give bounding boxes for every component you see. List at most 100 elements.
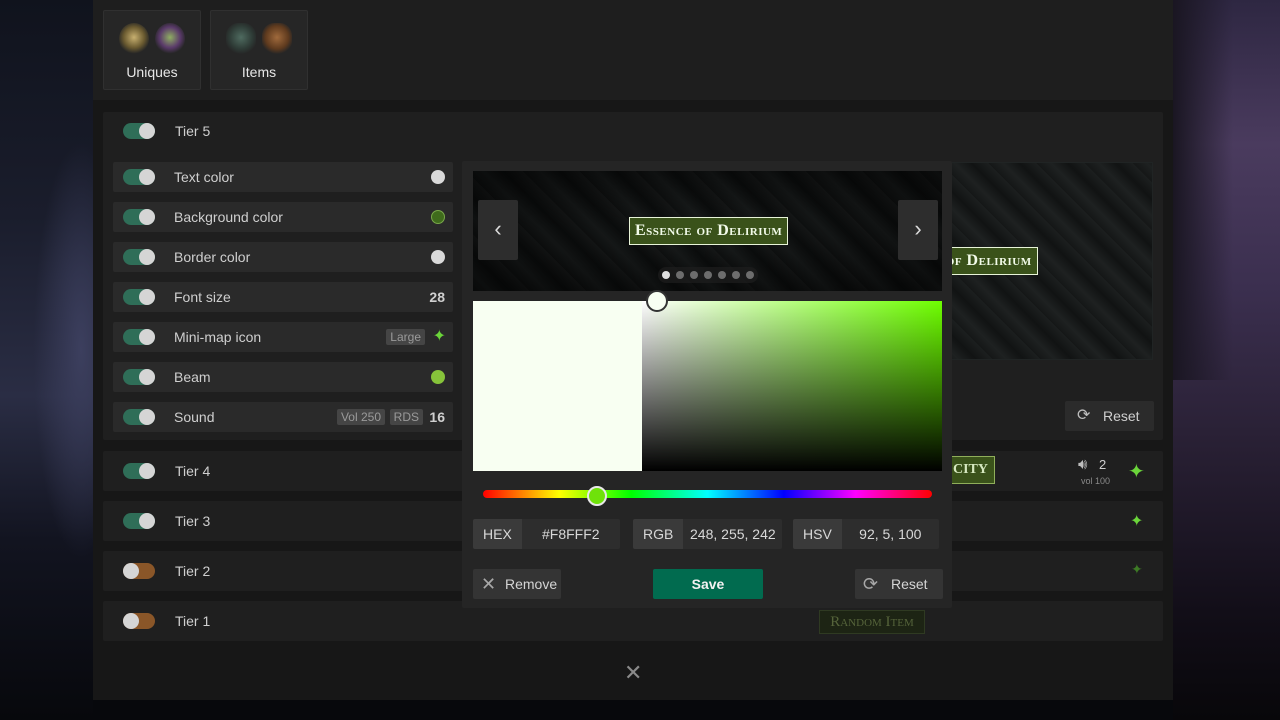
tier-4-item-label: CITY	[946, 456, 996, 484]
hsv-label: HSV	[793, 519, 842, 549]
prop-beam[interactable]: Beam	[113, 362, 453, 392]
chevron-right-icon: ›	[914, 216, 922, 241]
background-left	[0, 0, 93, 720]
carousel-dot[interactable]	[746, 271, 754, 279]
carousel-dot[interactable]	[690, 271, 698, 279]
saturation-value-area[interactable]	[642, 301, 942, 471]
prop-toggle[interactable]	[123, 409, 155, 425]
remove-label: Remove	[505, 576, 558, 592]
border-color-swatch[interactable]	[431, 250, 445, 264]
tier-5-reset-button[interactable]: ⟳ Reset	[1065, 401, 1154, 431]
prop-toggle[interactable]	[123, 249, 155, 265]
prop-sound[interactable]: Sound Vol 250 RDS 16	[113, 402, 453, 432]
prop-toggle[interactable]	[123, 169, 155, 185]
speaker-icon: 🔊︎	[1078, 456, 1088, 473]
sound-source-tag: RDS	[389, 409, 423, 425]
tier-1-item-label: Random Item	[819, 610, 925, 634]
text-color-swatch[interactable]	[431, 170, 445, 184]
carousel-dot[interactable]	[704, 271, 712, 279]
tier-3-label: Tier 3	[175, 513, 211, 529]
prop-text-color[interactable]: Text color	[113, 162, 453, 192]
next-preview-button[interactable]: ›	[898, 200, 938, 260]
hsv-input[interactable]: 92, 5, 100	[841, 519, 939, 549]
sound-volume-tag: Vol 250	[336, 409, 385, 425]
color-picker-dialog: ‹ Essence of Delirium › HEX #F8FFF2 RGB …	[462, 161, 952, 608]
reset-label: Reset	[891, 576, 928, 592]
hex-input[interactable]: #F8FFF2	[521, 519, 620, 549]
amulet-icon	[119, 23, 149, 55]
star-icon: ✦	[1130, 513, 1144, 530]
hue-slider-handle[interactable]	[587, 486, 607, 506]
prop-background-color[interactable]: Background color	[113, 202, 453, 232]
carousel-dot[interactable]	[676, 271, 684, 279]
orb-icon	[155, 23, 185, 55]
preview-item-label: Essence of Delirium	[629, 217, 789, 245]
tier-3-toggle[interactable]	[123, 513, 155, 529]
prop-label: Text color	[174, 169, 234, 185]
saturation-value-handle[interactable]	[646, 290, 668, 312]
carousel-dot[interactable]	[718, 271, 726, 279]
background-right	[1173, 0, 1280, 720]
rgb-field[interactable]: RGB 248, 255, 242	[633, 519, 783, 549]
tier-1-toggle[interactable]	[123, 613, 155, 629]
sound-id-value: 16	[429, 409, 445, 425]
tier-5-toggle[interactable]	[123, 123, 155, 139]
prop-label: Beam	[174, 369, 211, 385]
beam-color-swatch[interactable]	[431, 370, 445, 384]
current-color-swatch	[473, 301, 642, 471]
helmet-icon	[226, 23, 256, 55]
tier-4-sound-volume: vol 100	[1081, 476, 1111, 486]
hex-label: HEX	[473, 519, 522, 549]
prev-preview-button[interactable]: ‹	[478, 200, 518, 260]
carousel-dots	[658, 267, 758, 283]
carousel-dot[interactable]	[662, 271, 670, 279]
hex-field[interactable]: HEX #F8FFF2	[473, 519, 620, 549]
prop-toggle[interactable]	[123, 289, 155, 305]
hsv-field[interactable]: HSV 92, 5, 100	[793, 519, 939, 549]
category-label: Uniques	[126, 64, 178, 80]
prop-font-size[interactable]: Font size 28	[113, 282, 453, 312]
prop-border-color[interactable]: Border color	[113, 242, 453, 272]
reset-label: Reset	[1103, 408, 1140, 424]
saturation-value-picker	[473, 290, 942, 471]
refresh-icon: ⟳	[1077, 407, 1091, 424]
tier-2-label: Tier 2	[175, 563, 211, 579]
reset-button[interactable]: ⟳ Reset	[855, 569, 943, 599]
carousel-dot[interactable]	[732, 271, 740, 279]
rgb-input[interactable]: 248, 255, 242	[683, 519, 783, 549]
minimap-size-tag: Large	[386, 329, 425, 345]
tier-2-toggle[interactable]	[123, 563, 155, 579]
prop-label: Font size	[174, 289, 231, 305]
prop-toggle[interactable]	[123, 209, 155, 225]
prop-toggle[interactable]	[123, 329, 155, 345]
tier-4-sound-count: 2	[1099, 457, 1107, 472]
close-icon: ✕	[481, 574, 497, 594]
remove-button[interactable]: ✕ Remove	[473, 569, 561, 599]
prop-toggle[interactable]	[123, 369, 155, 385]
hue-slider[interactable]	[483, 490, 932, 498]
category-bar: Uniques Items	[93, 0, 1173, 100]
prop-label: Border color	[174, 249, 251, 265]
category-label: Items	[241, 64, 277, 80]
star-icon: ✦	[1131, 561, 1143, 577]
background-color-swatch[interactable]	[431, 210, 445, 224]
tier-1-label: Tier 1	[175, 613, 211, 629]
category-uniques[interactable]: Uniques	[103, 10, 201, 90]
chevron-left-icon: ‹	[494, 216, 502, 241]
gloves-icon	[262, 23, 292, 55]
close-icon[interactable]: ✕	[624, 660, 642, 686]
star-icon: ✦	[432, 328, 446, 345]
tier-5-label: Tier 5	[175, 123, 211, 139]
prop-label: Sound	[174, 409, 215, 425]
star-icon: ✦	[1128, 461, 1145, 483]
prop-label: Background color	[174, 209, 283, 225]
rgb-label: RGB	[633, 519, 684, 549]
item-preview: ‹ Essence of Delirium ›	[473, 171, 942, 291]
save-button[interactable]: Save	[653, 569, 763, 599]
prop-minimap-icon[interactable]: Mini-map icon Large ✦	[113, 322, 453, 352]
tier-4-toggle[interactable]	[123, 463, 155, 479]
tier-4-label: Tier 4	[175, 463, 211, 479]
category-items[interactable]: Items	[210, 10, 308, 90]
font-size-value: 28	[429, 289, 445, 305]
refresh-icon: ⟳	[863, 574, 879, 594]
